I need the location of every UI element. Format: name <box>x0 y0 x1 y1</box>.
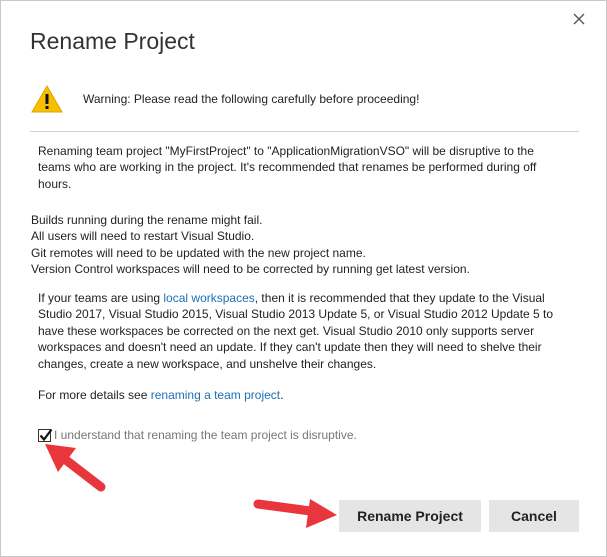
renaming-team-project-link[interactable]: renaming a team project <box>151 388 280 402</box>
list-item: All users will need to restart Visual St… <box>31 229 255 244</box>
acknowledge-row[interactable]: I understand that renaming the team proj… <box>38 426 357 444</box>
more-details-text: For more details see <box>38 388 151 402</box>
dialog-title: Rename Project <box>30 28 195 54</box>
close-icon[interactable] <box>567 7 591 31</box>
acknowledge-label[interactable]: I understand that renaming the team proj… <box>54 428 357 442</box>
list-item: Builds running during the rename might f… <box>31 213 263 227</box>
acknowledge-checkbox[interactable] <box>38 428 53 442</box>
more-details-period: . <box>280 388 284 402</box>
more-details: For more details see renaming a team pro… <box>38 387 538 403</box>
cancel-button[interactable]: Cancel <box>489 500 579 532</box>
divider <box>30 131 579 132</box>
rename-project-dialog: Rename Project Warning: Please read the … <box>0 0 607 557</box>
workspace-guidance-text-start: If your teams are using <box>38 291 164 305</box>
warning-text: Warning: Please read the following caref… <box>83 92 420 106</box>
checkmark-icon <box>39 428 53 441</box>
list-item: Git remotes will need to be updated with… <box>31 245 366 260</box>
warning-triangle-icon <box>31 84 63 113</box>
local-workspaces-link[interactable]: local workspaces <box>163 291 254 305</box>
rename-project-button[interactable]: Rename Project <box>339 500 481 532</box>
workspace-guidance: If your teams are using local workspaces… <box>38 290 563 372</box>
list-item: Version Control workspaces will need to … <box>31 262 470 277</box>
disruption-notice: Renaming team project "MyFirstProject" t… <box>38 144 537 191</box>
consequence-list: Builds running during the rename might f… <box>31 212 571 278</box>
